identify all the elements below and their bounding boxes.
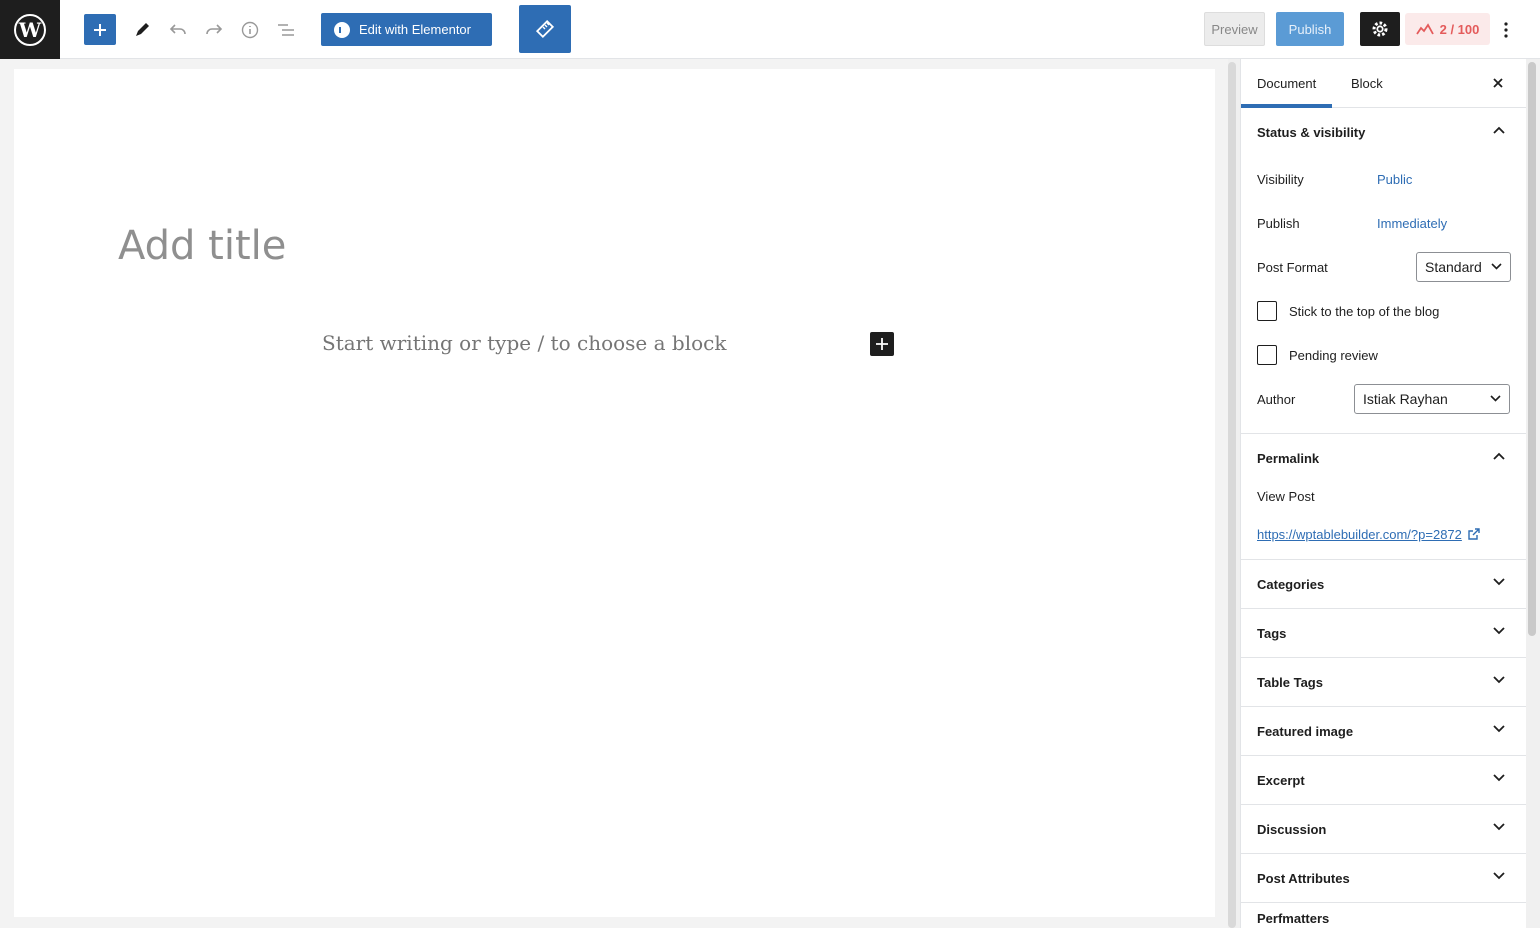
post-format-select[interactable]: Standard — [1416, 252, 1511, 282]
panel-excerpt[interactable]: Excerpt — [1241, 756, 1526, 805]
permalink-url-link[interactable]: https://wptablebuilder.com/?p=2872 — [1257, 527, 1480, 542]
settings-button[interactable] — [1360, 12, 1400, 46]
outline-button[interactable] — [271, 14, 301, 45]
panel-post-attributes[interactable]: Post Attributes — [1241, 854, 1526, 903]
elementor-icon — [334, 21, 350, 38]
list-outline-icon — [278, 23, 294, 36]
sticky-label: Stick to the top of the blog — [1289, 304, 1440, 319]
chevron-down-icon — [1493, 627, 1505, 635]
preview-button[interactable]: Preview — [1204, 12, 1265, 46]
top-toolbar: W Edit with Elementor Preview Publish 2 … — [0, 0, 1540, 59]
inline-add-block-button[interactable] — [870, 332, 894, 356]
post-format-value: Standard — [1425, 259, 1482, 275]
undo-icon — [169, 23, 186, 34]
seo-score-label: 2 / 100 — [1439, 21, 1480, 37]
pending-review-checkbox[interactable] — [1257, 345, 1277, 365]
chevron-down-icon — [1493, 725, 1505, 733]
elementor-button-label: Edit with Elementor — [359, 22, 471, 37]
external-link-icon — [1468, 528, 1480, 540]
plus-icon — [876, 338, 888, 350]
redo-button[interactable] — [199, 14, 229, 45]
panel-featured-image[interactable]: Featured image — [1241, 707, 1526, 756]
status-visibility-heading: Status & visibility — [1257, 125, 1366, 140]
settings-sidebar: Document Block Status & visibility Visib… — [1240, 59, 1526, 928]
panel-label: Post Attributes — [1257, 871, 1350, 886]
panel-label: Perfmatters — [1257, 911, 1330, 926]
edit-with-elementor-button[interactable]: Edit with Elementor — [321, 13, 492, 46]
close-icon — [1493, 78, 1503, 88]
publish-label: Publish — [1257, 216, 1300, 231]
pending-review-label: Pending review — [1289, 348, 1378, 363]
ruler-icon — [535, 19, 555, 39]
post-format-label: Post Format — [1257, 260, 1328, 275]
pencil-icon — [136, 22, 149, 36]
chevron-up-icon — [1493, 452, 1505, 460]
editor-canvas[interactable]: Add title Start writing or type / to cho… — [14, 69, 1215, 917]
chevron-down-icon — [1493, 676, 1505, 684]
post-title-input[interactable]: Add title — [118, 223, 286, 269]
block-placeholder[interactable]: Start writing or type / to choose a bloc… — [322, 331, 726, 355]
chevron-down-icon — [1493, 872, 1505, 880]
panel-table-tags[interactable]: Table Tags — [1241, 658, 1526, 707]
tab-block[interactable]: Block — [1335, 59, 1399, 108]
chevron-down-icon — [1493, 823, 1505, 831]
panel-discussion[interactable]: Discussion — [1241, 805, 1526, 854]
more-options-button[interactable] — [1496, 14, 1516, 45]
panel-perfmatters[interactable]: Perfmatters — [1241, 903, 1526, 928]
more-vertical-icon — [1504, 21, 1508, 38]
panel-label: Table Tags — [1257, 675, 1323, 690]
panel-categories[interactable]: Categories — [1241, 560, 1526, 609]
author-label: Author — [1257, 392, 1296, 407]
status-visibility-panel-toggle[interactable]: Status & visibility — [1241, 108, 1526, 157]
close-sidebar-button[interactable] — [1487, 72, 1509, 94]
chevron-down-icon — [1490, 395, 1501, 402]
table-builder-button[interactable] — [519, 5, 571, 53]
seo-score-button[interactable]: 2 / 100 — [1405, 13, 1490, 45]
sticky-checkbox[interactable] — [1257, 301, 1277, 321]
chevron-down-icon — [1493, 774, 1505, 782]
sidebar-scrollbar[interactable] — [1528, 62, 1536, 636]
permalink-panel-toggle[interactable]: Permalink — [1241, 434, 1526, 483]
permalink-heading: Permalink — [1257, 451, 1320, 466]
view-post-label: View Post — [1257, 489, 1315, 504]
chevron-up-icon — [1493, 126, 1505, 134]
panel-label: Tags — [1257, 626, 1287, 641]
editor-area: Add title Start writing or type / to cho… — [0, 59, 1228, 928]
permalink-url: https://wptablebuilder.com/?p=2872 — [1257, 527, 1462, 542]
info-icon — [241, 21, 259, 38]
info-button[interactable] — [235, 14, 265, 45]
redo-icon — [206, 23, 223, 34]
editor-scrollbar[interactable] — [1228, 62, 1236, 928]
sidebar-tabs: Document Block — [1241, 59, 1526, 108]
visibility-toggle-link[interactable]: Public — [1377, 172, 1412, 187]
panel-label: Categories — [1257, 577, 1325, 592]
seo-score-icon — [1415, 23, 1434, 35]
publish-date-link[interactable]: Immediately — [1377, 216, 1447, 231]
svg-text:W: W — [18, 18, 42, 42]
publish-button[interactable]: Publish — [1276, 12, 1344, 46]
chevron-down-icon — [1491, 263, 1502, 270]
tab-document[interactable]: Document — [1241, 59, 1333, 108]
undo-button[interactable] — [163, 14, 193, 45]
wordpress-logo-icon[interactable]: W — [0, 0, 60, 59]
panel-label: Discussion — [1257, 822, 1327, 837]
author-select[interactable]: Istiak Rayhan — [1354, 384, 1510, 414]
author-value: Istiak Rayhan — [1363, 391, 1448, 407]
chevron-down-icon — [1493, 578, 1505, 586]
visibility-label: Visibility — [1257, 172, 1304, 187]
plus-icon — [94, 23, 106, 36]
edit-tool-button[interactable] — [127, 14, 157, 45]
add-block-button[interactable] — [84, 14, 116, 45]
panel-tags[interactable]: Tags — [1241, 609, 1526, 658]
panel-label: Featured image — [1257, 724, 1354, 739]
panel-label: Excerpt — [1257, 773, 1305, 788]
gear-icon — [1372, 21, 1388, 37]
